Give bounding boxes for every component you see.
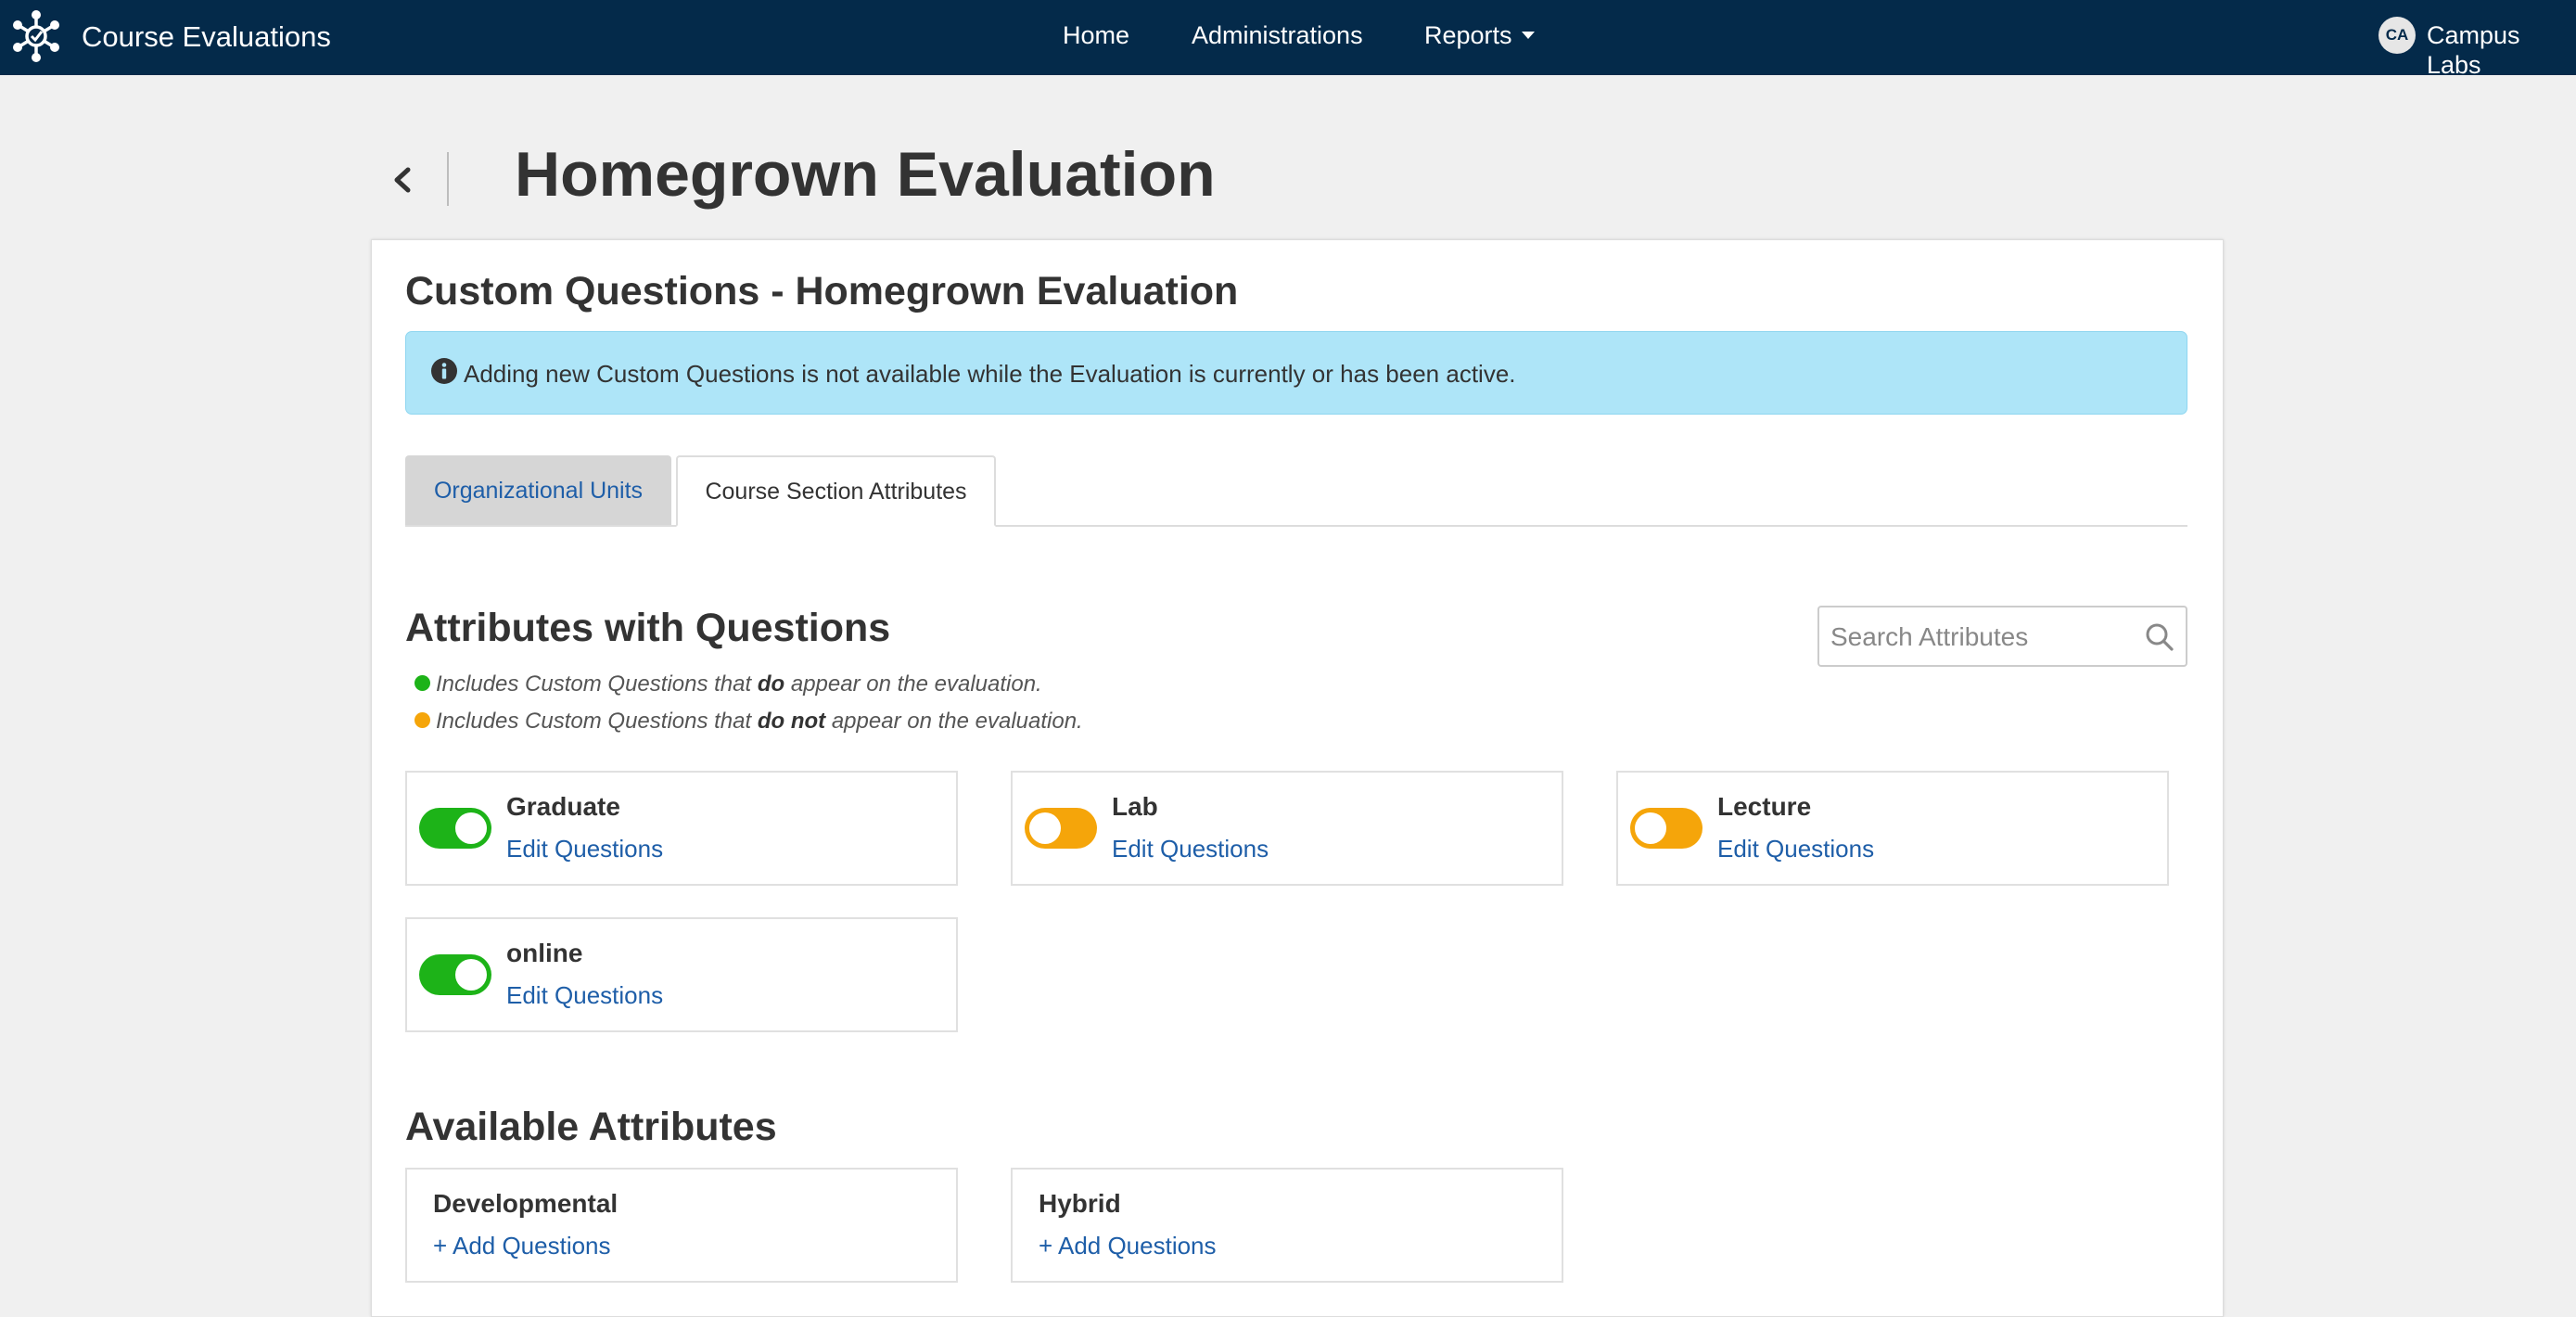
attribute-card-graduate: Graduate Edit Questions	[405, 771, 958, 886]
attribute-name: Lecture	[1717, 792, 1812, 821]
search-input[interactable]	[1829, 617, 2129, 658]
attribute-name: Developmental	[433, 1189, 618, 1218]
card-title: Custom Questions - Homegrown Evaluation	[405, 269, 1239, 313]
search-icon[interactable]	[2145, 622, 2174, 652]
nav-link-reports-label: Reports	[1424, 21, 1512, 49]
page-title: Homegrown Evaluation	[515, 139, 1216, 210]
tab-course-section-attributes[interactable]: Course Section Attributes	[676, 455, 996, 527]
edit-questions-link[interactable]: Edit Questions	[506, 980, 663, 1010]
green-dot-icon	[414, 675, 430, 692]
attribute-name: online	[506, 939, 583, 967]
toggle-knob	[1029, 812, 1061, 844]
add-questions-link[interactable]: + Add Questions	[1039, 1231, 1217, 1260]
user-name[interactable]: Campus Labs	[2427, 20, 2576, 80]
app-title[interactable]: Course Evaluations	[82, 20, 331, 54]
header-divider	[447, 152, 449, 206]
add-questions-link[interactable]: + Add Questions	[433, 1231, 611, 1260]
attribute-name: Graduate	[506, 792, 620, 821]
chevron-down-icon	[1521, 31, 1535, 39]
toggle-knob	[1635, 812, 1666, 844]
legend-emphasis: do not	[757, 709, 826, 734]
toggle-switch[interactable]	[419, 954, 491, 995]
toggle-switch[interactable]	[419, 808, 491, 849]
edit-questions-link[interactable]: Edit Questions	[1112, 834, 1269, 863]
alert-text: Adding new Custom Questions is not avail…	[464, 360, 1516, 388]
available-attribute-card-developmental: Developmental + Add Questions	[405, 1168, 958, 1283]
section-title-attributes-with-questions: Attributes with Questions	[405, 606, 891, 650]
attribute-card-lecture: Lecture Edit Questions	[1616, 771, 2169, 886]
attribute-name: Hybrid	[1039, 1189, 1121, 1218]
user-avatar[interactable]: CA	[2378, 17, 2416, 54]
toggle-switch[interactable]	[1025, 808, 1097, 849]
tab-underline	[405, 525, 2187, 527]
attribute-card-online: online Edit Questions	[405, 917, 958, 1032]
legend-text: appear on the evaluation.	[825, 709, 1083, 734]
legend-text: Includes Custom Questions that	[436, 709, 758, 734]
info-alert: Adding new Custom Questions is not avail…	[405, 331, 2187, 415]
nav-link-reports[interactable]: Reports	[1424, 20, 1535, 50]
legend-item-appears: Includes Custom Questions that do appear…	[414, 671, 1042, 698]
legend-emphasis: do	[757, 671, 785, 697]
app-logo-icon[interactable]	[8, 8, 64, 64]
search-attributes-box	[1817, 606, 2187, 667]
legend-item-not-appears: Includes Custom Questions that do not ap…	[414, 708, 1083, 735]
toggle-knob	[455, 959, 487, 991]
toggle-knob	[455, 812, 487, 844]
top-nav-bar: Course Evaluations Home Administrations …	[0, 0, 2576, 79]
nav-link-administrations[interactable]: Administrations	[1192, 20, 1363, 50]
orange-dot-icon	[414, 712, 430, 729]
legend-text: Includes Custom Questions that	[436, 671, 758, 697]
nav-link-home[interactable]: Home	[1063, 20, 1129, 50]
toggle-switch[interactable]	[1630, 808, 1702, 849]
legend-text: appear on the evaluation.	[784, 671, 1042, 697]
chevron-left-icon[interactable]	[388, 163, 417, 197]
info-icon	[431, 358, 457, 384]
edit-questions-link[interactable]: Edit Questions	[1717, 834, 1874, 863]
attribute-name: Lab	[1112, 792, 1158, 821]
available-attribute-card-hybrid: Hybrid + Add Questions	[1011, 1168, 1563, 1283]
edit-questions-link[interactable]: Edit Questions	[506, 834, 663, 863]
section-title-available-attributes: Available Attributes	[405, 1105, 777, 1149]
attribute-card-lab: Lab Edit Questions	[1011, 771, 1563, 886]
tab-organizational-units[interactable]: Organizational Units	[405, 455, 671, 526]
